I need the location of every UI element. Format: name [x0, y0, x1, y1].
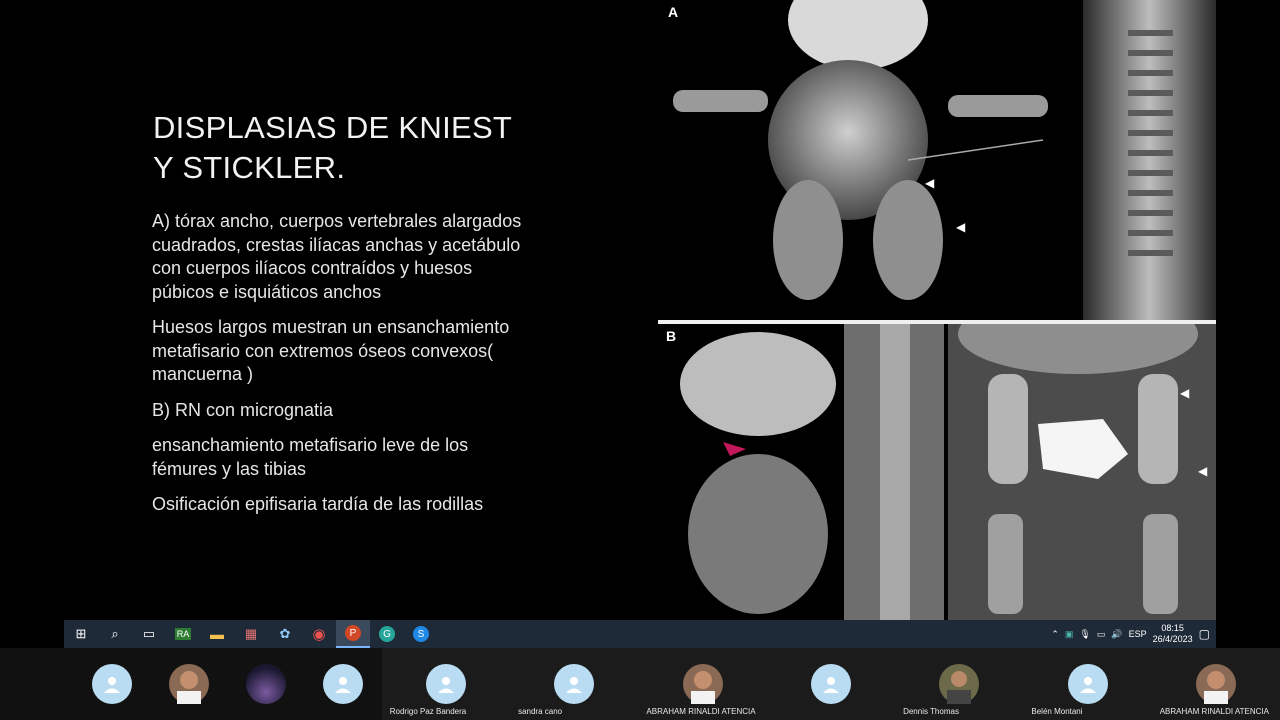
participant-tile[interactable]: ABRAHAM RINALDI ATENCIA [1151, 648, 1280, 720]
xray-b-graphic [680, 324, 1216, 620]
xray-panel-a: A ◀ ◀ [658, 0, 1216, 320]
participant-tile[interactable] [73, 648, 150, 720]
app-g-icon[interactable]: G [370, 620, 404, 648]
participant-tile[interactable] [227, 648, 304, 720]
participant-name: Rodrigo Paz Bandera [389, 707, 467, 716]
system-tray: ⌃ ▣ 🎙 ▭ 🔊 ESP 08:15 26/4/2023 ▢ [1051, 620, 1210, 648]
avatar [1195, 664, 1236, 704]
notifications-icon[interactable]: ▢ [1199, 627, 1210, 641]
volume-icon[interactable]: 🔊 [1111, 629, 1122, 640]
avatar [939, 664, 980, 704]
microphone-icon[interactable]: 🎙 [1079, 629, 1090, 640]
participants-strip: Rodrigo Paz Bandera sandra cano ABRAHAM … [0, 648, 1280, 720]
panel-label-b: B [666, 328, 677, 344]
slide-title: DISPLASIAS DE KNIEST Y STICKLER. [153, 108, 573, 188]
windows-start-icon[interactable]: ⊞ [64, 620, 98, 648]
presentation-slide: DISPLASIAS DE KNIEST Y STICKLER. A) tóra… [0, 0, 1280, 620]
clock[interactable]: 08:15 26/4/2023 [1153, 623, 1193, 645]
language-indicator[interactable]: ESP [1129, 629, 1147, 639]
participant-name: Belén Montani [1031, 707, 1083, 716]
search-icon[interactable]: ⌕ [98, 620, 132, 648]
powerpoint-glyph: P [345, 625, 361, 641]
tray-app-icon[interactable]: ▣ [1065, 629, 1074, 640]
avatar-icon [91, 664, 132, 704]
app-g-glyph: G [379, 626, 395, 642]
paragraph-b: B) RN con micrognatia [152, 399, 334, 420]
chrome-glyph: ◉ [312, 626, 326, 643]
xray-panel-b: B ◀ ◀ [658, 324, 1216, 620]
file-explorer-icon[interactable]: ▬ [200, 620, 234, 648]
arrowhead-marker: ◀ [956, 220, 966, 234]
participant-tile[interactable] [766, 648, 896, 720]
arrowhead-marker: ◀ [1180, 386, 1190, 400]
avatar-icon [323, 664, 364, 704]
xray-a-graphic [673, 0, 1216, 320]
avatar [682, 664, 723, 704]
app-6-glyph: ✿ [279, 626, 291, 641]
skype-icon[interactable]: S [404, 620, 438, 648]
windows-taskbar: ⊞ ⌕ ▭ RA ▬ ▦ ✿ ◉ P G S ⌃ ▣ 🎙 ▭ 🔊 ESP 08:… [64, 620, 1216, 648]
slide-body: A) tórax ancho, cuerpos vertebrales alar… [152, 210, 522, 529]
participant-name: sandra cano [518, 707, 563, 716]
slide-title-line-2: Y STICKLER. [153, 150, 346, 185]
clock-time: 08:15 [1161, 623, 1184, 633]
app-5-glyph: ▦ [244, 626, 258, 641]
rinaldi-app-glyph: RA [174, 628, 192, 640]
participant-name: ABRAHAM RINALDI ATENCIA [1159, 707, 1269, 716]
arrowhead-marker: ◀ [1198, 464, 1208, 478]
participant-tile[interactable]: Dennis Thomas [895, 648, 1024, 720]
chevron-up-icon[interactable]: ⌃ [1051, 629, 1059, 640]
skype-glyph: S [413, 626, 429, 642]
avatar [245, 664, 286, 704]
paragraph-a: A) tórax ancho, cuerpos vertebrales alar… [152, 211, 522, 302]
xray-image: A ◀ ◀ B ◀ ◀ [658, 0, 1216, 620]
app-icon-5[interactable]: ▦ [234, 620, 268, 648]
file-explorer-glyph: ▬ [210, 626, 224, 642]
clock-date: 26/4/2023 [1152, 634, 1193, 644]
avatar-icon [810, 664, 851, 704]
paragraph-ossification: Osificación epifisaria tardía de las rod… [152, 494, 484, 514]
participant-name: Dennis Thomas [903, 707, 959, 716]
avatar-icon [1067, 664, 1108, 704]
powerpoint-icon[interactable]: P [336, 620, 370, 648]
chrome-icon[interactable]: ◉ [302, 620, 336, 648]
avatar-icon [425, 664, 466, 704]
paragraph-metaphyseal: ensanchamiento metafisario leve de los f… [152, 435, 469, 479]
participant-tile[interactable]: Belén Montani [1023, 648, 1152, 720]
participant-tile[interactable]: ABRAHAM RINALDI ATENCIA [638, 648, 767, 720]
arrowhead-marker: ◀ [925, 176, 935, 190]
rinaldi-app-icon[interactable]: RA [166, 620, 200, 648]
paragraph-long-bones: Huesos largos muestran un ensanchamiento… [152, 317, 510, 384]
app-icon-6[interactable]: ✿ [268, 620, 302, 648]
avatar [168, 664, 209, 704]
avatar-icon [554, 664, 595, 704]
participant-tile[interactable]: sandra cano [510, 648, 639, 720]
slide-title-line-1: DISPLASIAS DE KNIEST [153, 110, 513, 145]
participant-tile[interactable] [305, 648, 382, 720]
participant-name: ABRAHAM RINALDI ATENCIA [646, 707, 756, 716]
task-view-icon[interactable]: ▭ [132, 620, 166, 648]
network-icon[interactable]: ▭ [1097, 629, 1106, 640]
participant-tile[interactable]: Rodrigo Paz Bandera [381, 648, 511, 720]
panel-label-a: A [668, 4, 679, 20]
participant-tile[interactable] [150, 648, 227, 720]
